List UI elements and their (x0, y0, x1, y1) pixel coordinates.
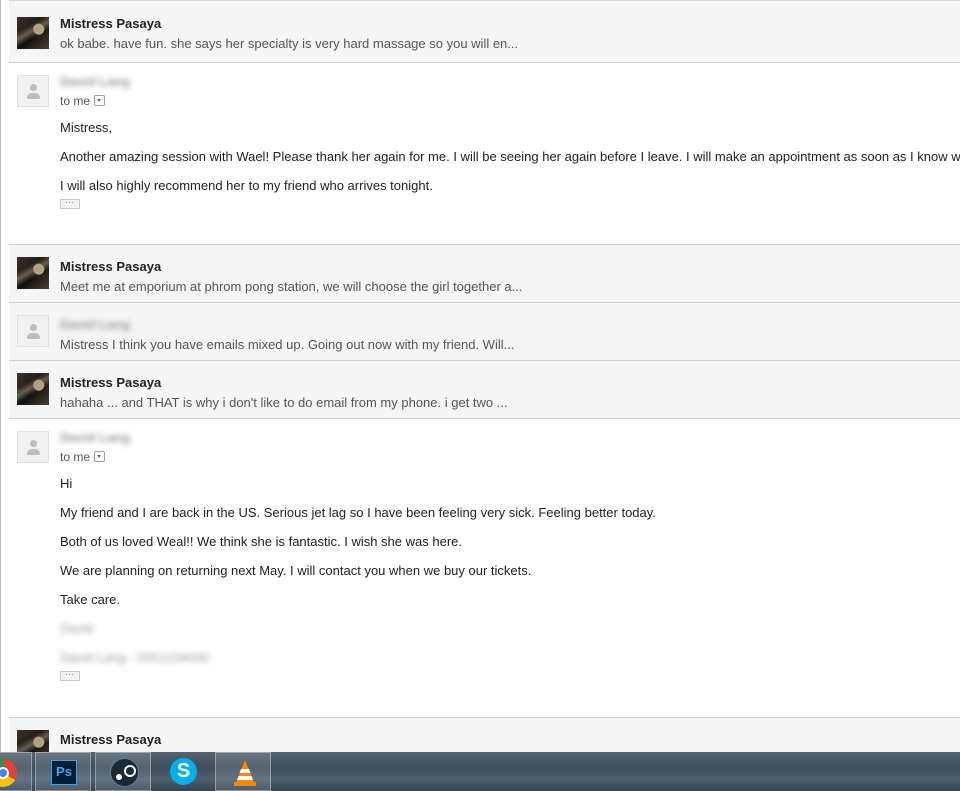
sender-name[interactable]: David Lang (60, 74, 130, 89)
collapsed-message[interactable]: Mistress Pasaya (9, 717, 960, 752)
show-trimmed-content-button[interactable]: ... (60, 199, 80, 209)
expanded-message: David Lang to me Hi My friend and I are … (9, 418, 960, 717)
skype-icon: S (170, 758, 197, 785)
message-snippet: ok babe. have fun. she says her specialt… (60, 36, 519, 51)
details-dropdown-icon[interactable] (94, 451, 106, 462)
sender-avatar (17, 730, 49, 752)
steam-icon (110, 758, 139, 787)
collapsed-message[interactable]: Mistress Pasaya hahaha ... and THAT is w… (9, 360, 960, 418)
body-paragraph: Hi (60, 476, 73, 491)
body-paragraph: We are planning on returning next May. I… (60, 563, 532, 578)
message-snippet: hahaha ... and THAT is why i don't like … (60, 395, 508, 410)
sender-name: Mistress Pasaya (60, 375, 162, 390)
message-body: Hi My friend and I are back in the US. S… (60, 476, 960, 681)
recipient-label: to me (60, 450, 91, 464)
sender-avatar (17, 17, 49, 49)
body-paragraph: My friend and I are back in the US. Seri… (60, 505, 656, 520)
message-snippet: Meet me at emporium at phrom pong statio… (60, 279, 523, 294)
default-avatar-icon (17, 315, 49, 347)
signature-line: David Lang - 5551234000 (60, 650, 210, 665)
expanded-message: David Lang to me Mistress, Another amazi… (9, 62, 960, 244)
details-dropdown-icon[interactable] (94, 95, 106, 106)
message-snippet: Mistress I think you have emails mixed u… (60, 337, 515, 352)
collapsed-message[interactable]: David Lang Mistress I think you have ema… (9, 302, 960, 360)
sender-name: Mistress Pasaya (60, 16, 162, 31)
collapsed-message[interactable]: Mistress Pasaya ok babe. have fun. she s… (9, 0, 960, 62)
taskbar-chrome-button[interactable] (0, 752, 32, 791)
sender-name: Mistress Pasaya (60, 732, 162, 747)
recipient-label: to me (60, 94, 91, 108)
sender-avatar (17, 257, 49, 289)
collapsed-message[interactable]: Mistress Pasaya Meet me at emporium at p… (9, 244, 960, 302)
email-thread: Mistress Pasaya ok babe. have fun. she s… (9, 0, 960, 752)
chrome-icon (0, 759, 17, 787)
show-trimmed-content-button[interactable]: ... (60, 671, 80, 681)
body-paragraph: I will also highly recommend her to my f… (60, 178, 433, 193)
taskbar-skype-button[interactable]: S (155, 752, 211, 791)
photoshop-icon: Ps (51, 760, 77, 785)
vlc-icon (234, 760, 256, 786)
windows-taskbar: Ps S (0, 752, 960, 791)
sender-name: Mistress Pasaya (60, 259, 162, 274)
taskbar-photoshop-button[interactable]: Ps (35, 752, 91, 791)
message-body: Mistress, Another amazing session with W… (60, 120, 960, 209)
sender-name: David Lang (60, 317, 131, 332)
body-paragraph: Another amazing session with Wael! Pleas… (60, 149, 960, 164)
body-paragraph: Take care. (60, 592, 120, 607)
body-paragraph: Mistress, (60, 120, 112, 135)
sender-avatar (17, 373, 49, 405)
recipient-line: to me (60, 450, 106, 464)
taskbar-vlc-button[interactable] (215, 752, 271, 791)
window-left-border (0, 0, 1, 752)
body-paragraph: Both of us loved Weal!! We think she is … (60, 534, 462, 549)
sender-name[interactable]: David Lang (60, 430, 130, 445)
default-avatar-icon (17, 431, 49, 463)
signature-line: David (60, 621, 94, 636)
taskbar-steam-button[interactable] (95, 752, 151, 791)
recipient-line: to me (60, 94, 106, 108)
default-avatar-icon (17, 75, 49, 107)
